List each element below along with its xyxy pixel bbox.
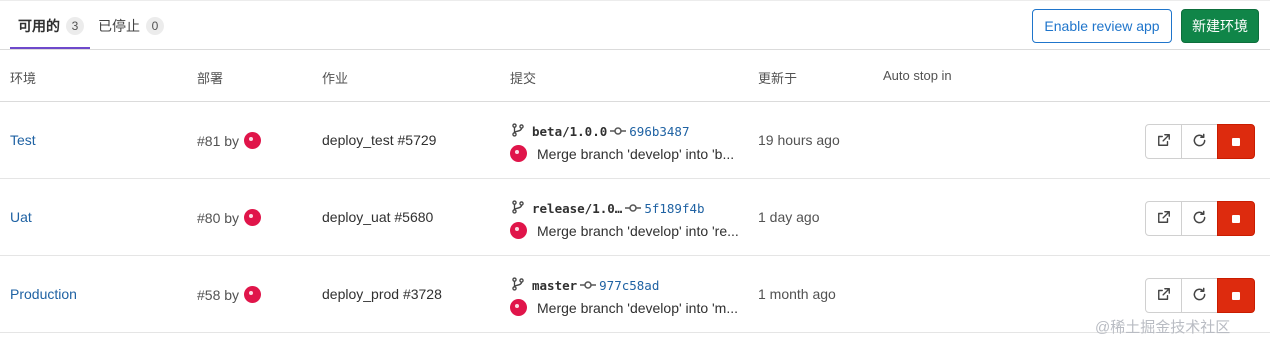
retry-icon (1192, 210, 1207, 228)
redeploy-button[interactable] (1181, 124, 1218, 159)
commit-message: Merge branch 'develop' into 'b... (510, 145, 734, 162)
commit-icon (607, 123, 629, 139)
column-header-environment: 环境 (10, 71, 37, 86)
row-actions (1145, 278, 1255, 313)
commit-ref: master 977c58ad (511, 276, 659, 294)
avatar[interactable] (510, 299, 527, 316)
job-link[interactable]: deploy_prod #3728 (322, 286, 442, 302)
enable-review-app-button[interactable]: Enable review app (1032, 9, 1172, 43)
environment-link[interactable]: Test (10, 132, 36, 148)
commit-title[interactable]: Merge branch 'develop' into 'm... (537, 300, 738, 316)
commit-ref: release/1.0… 5f189f4b (511, 199, 705, 217)
stop-environment-button[interactable] (1217, 201, 1255, 236)
branch-name[interactable]: beta/1.0.0 (532, 124, 607, 139)
external-link-icon (1157, 133, 1171, 150)
avatar[interactable] (510, 222, 527, 239)
column-header-deployment: 部署 (197, 71, 224, 86)
deployment-info: #58 by (197, 286, 262, 303)
tab-available-label: 可用的 (18, 17, 60, 34)
deployment-info: #80 by (197, 209, 262, 226)
stop-environment-button[interactable] (1217, 278, 1255, 313)
avatar[interactable] (244, 132, 262, 149)
row-actions (1145, 124, 1255, 159)
commit-title[interactable]: Merge branch 'develop' into 're... (537, 223, 739, 239)
avatar[interactable] (244, 209, 262, 226)
column-header-job: 作业 (322, 71, 349, 86)
table-row: Production #58 by deploy_prod #3728 mast… (0, 256, 1270, 333)
environments-toolbar: 可用的 3 已停止 0 Enable review app 新建环境 (0, 0, 1270, 50)
commit-sha[interactable]: 696b3487 (629, 124, 689, 139)
external-link-icon (1157, 210, 1171, 227)
table-row: Test #81 by deploy_test #5729 beta/1.0.0… (0, 102, 1270, 179)
branch-icon (511, 122, 532, 140)
branch-name[interactable]: master (532, 278, 577, 293)
tab-stopped-label: 已停止 (98, 17, 140, 34)
row-actions (1145, 201, 1255, 236)
tab-stopped[interactable]: 已停止 0 (98, 1, 164, 50)
deployment-number: #58 by (197, 286, 240, 303)
open-environment-button[interactable] (1145, 124, 1182, 159)
avatar[interactable] (244, 286, 262, 303)
avatar[interactable] (510, 145, 527, 162)
commit-sha[interactable]: 5f189f4b (644, 201, 704, 216)
tab-stopped-count: 0 (146, 16, 164, 35)
job-link[interactable]: deploy_test #5729 (322, 132, 436, 148)
redeploy-button[interactable] (1181, 278, 1218, 313)
retry-icon (1192, 133, 1207, 151)
deployment-number: #81 by (197, 132, 240, 149)
retry-icon (1192, 287, 1207, 305)
stop-icon (1232, 137, 1240, 146)
job-link[interactable]: deploy_uat #5680 (322, 209, 433, 225)
table-header: 环境 部署 作业 提交 更新于 Auto stop in (0, 50, 1270, 102)
updated-time: 1 month ago (758, 286, 836, 302)
open-environment-button[interactable] (1145, 278, 1182, 313)
commit-icon (577, 277, 599, 293)
deployment-number: #80 by (197, 209, 240, 226)
branch-icon (511, 276, 532, 294)
commit-ref: beta/1.0.0 696b3487 (511, 122, 689, 140)
deployment-info: #81 by (197, 132, 262, 149)
column-header-commit: 提交 (510, 71, 537, 86)
new-environment-button[interactable]: 新建环境 (1181, 9, 1259, 43)
branch-name[interactable]: release/1.0… (532, 201, 622, 216)
watermark: @稀土掘金技术社区 (1095, 319, 1231, 336)
redeploy-button[interactable] (1181, 201, 1218, 236)
column-header-auto-stop: Auto stop in (883, 68, 952, 83)
table-row: Uat #80 by deploy_uat #5680 release/1.0…… (0, 179, 1270, 256)
active-tab-indicator (10, 47, 90, 49)
open-environment-button[interactable] (1145, 201, 1182, 236)
commit-message: Merge branch 'develop' into 'm... (510, 299, 738, 316)
stop-environment-button[interactable] (1217, 124, 1255, 159)
stop-icon (1232, 291, 1240, 300)
tab-available[interactable]: 可用的 3 (18, 1, 84, 50)
updated-time: 1 day ago (758, 209, 820, 225)
commit-sha[interactable]: 977c58ad (599, 278, 659, 293)
environment-link[interactable]: Uat (10, 209, 32, 225)
branch-icon (511, 199, 532, 217)
environment-link[interactable]: Production (10, 286, 77, 302)
commit-title[interactable]: Merge branch 'develop' into 'b... (537, 146, 734, 162)
tab-available-count: 3 (66, 16, 84, 35)
commit-icon (622, 200, 644, 216)
updated-time: 19 hours ago (758, 132, 840, 148)
external-link-icon (1157, 287, 1171, 304)
column-header-updated: 更新于 (758, 71, 798, 86)
stop-icon (1232, 214, 1240, 223)
commit-message: Merge branch 'develop' into 're... (510, 222, 739, 239)
